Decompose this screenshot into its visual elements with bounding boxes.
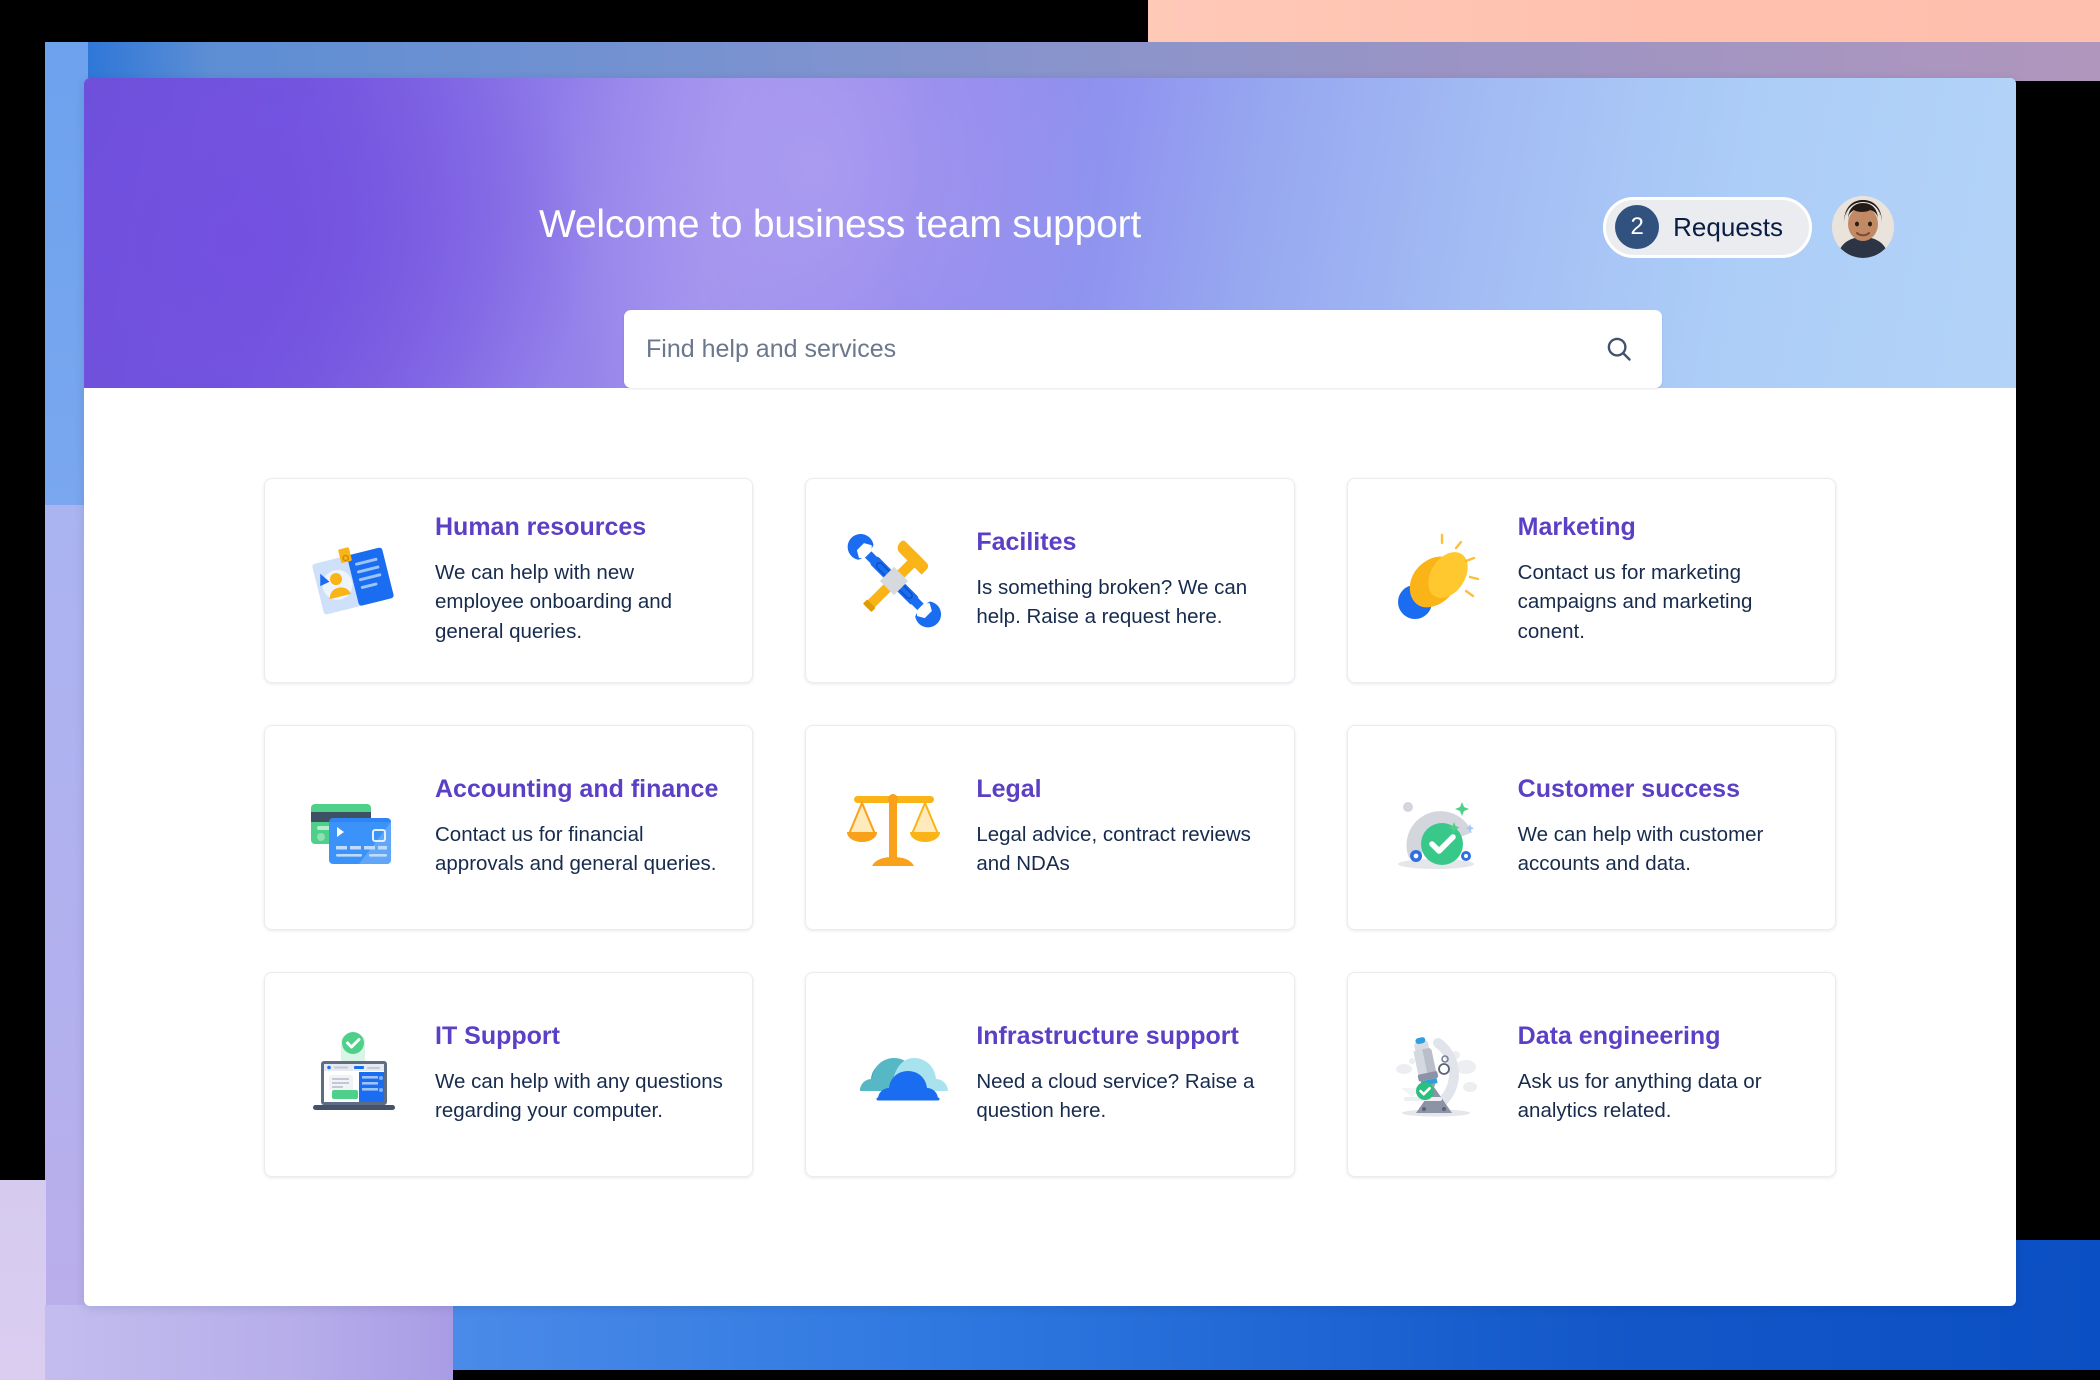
card-description: We can help with customer accounts and d… bbox=[1517, 822, 1764, 876]
avatar[interactable] bbox=[1832, 196, 1894, 258]
card-text: Human resources We can help with new emp… bbox=[435, 514, 726, 646]
card-description: Contact us for financial approvals and g… bbox=[435, 822, 717, 876]
card-description: Ask us for anything data or analytics re… bbox=[1517, 1069, 1762, 1123]
services-card-grid: Human resources We can help with new emp… bbox=[264, 478, 1836, 1177]
credit-cards-icon bbox=[299, 774, 407, 882]
card-title: Human resources bbox=[435, 513, 647, 542]
backdrop-top-band bbox=[45, 42, 2100, 81]
card-title: Marketing bbox=[1517, 513, 1636, 542]
requests-label: Requests bbox=[1673, 211, 1783, 242]
backdrop-left-blue-band bbox=[45, 42, 88, 512]
backdrop-far-left-band bbox=[0, 1180, 46, 1380]
card-description: Is something broken? We can help. Raise … bbox=[976, 575, 1248, 629]
service-card-marketing[interactable]: Marketing Contact us for marketing campa… bbox=[1346, 478, 1836, 683]
help-center-window: Welcome to business team support 2 Reque… bbox=[84, 78, 2016, 1306]
service-card-it-support[interactable]: IT Support We can help with any question… bbox=[264, 972, 754, 1177]
card-description: Legal advice, contract reviews and NDAs bbox=[976, 822, 1251, 876]
hammer-wrench-icon bbox=[840, 527, 948, 635]
search-icon[interactable] bbox=[1604, 334, 1634, 364]
backdrop-peach-band bbox=[1148, 0, 2100, 42]
services-section: Human resources We can help with new emp… bbox=[84, 388, 2016, 1177]
card-title: IT Support bbox=[435, 1022, 560, 1051]
service-card-infrastructure-support[interactable]: Infrastructure support Need a cloud serv… bbox=[805, 972, 1295, 1177]
card-description: We can help with new employee onboarding… bbox=[435, 560, 673, 643]
requests-button[interactable]: 2 Requests bbox=[1603, 196, 1812, 258]
backdrop-left-lavender-band bbox=[45, 505, 88, 1380]
card-text: Accounting and finance Contact us for fi… bbox=[435, 776, 726, 879]
laptop-check-icon bbox=[299, 1021, 407, 1129]
service-card-customer-success[interactable]: Customer success We can help with custom… bbox=[1346, 725, 1836, 930]
requests-count-badge: 2 bbox=[1615, 205, 1660, 249]
card-text: Facilites Is something broken? We can he… bbox=[976, 529, 1267, 632]
megaphone-icon bbox=[1382, 527, 1490, 635]
card-title: Accounting and finance bbox=[435, 775, 719, 804]
card-title: Data engineering bbox=[1517, 1022, 1721, 1051]
scales-icon bbox=[840, 774, 948, 882]
card-description: Need a cloud service? Raise a question h… bbox=[976, 1069, 1255, 1123]
search-bar[interactable] bbox=[624, 310, 1662, 388]
card-title: Facilites bbox=[976, 528, 1077, 557]
cloche-check-icon bbox=[1382, 774, 1490, 882]
page-title: Welcome to business team support bbox=[539, 203, 1142, 246]
cloud-icon bbox=[840, 1021, 949, 1129]
hero-header: Welcome to business team support 2 Reque… bbox=[84, 78, 2016, 388]
backdrop-black-bottom bbox=[453, 1370, 2100, 1380]
backdrop-bottom-lavender-band-2 bbox=[45, 1305, 453, 1380]
card-text: Customer success We can help with custom… bbox=[1518, 776, 1809, 879]
card-text: IT Support We can help with any question… bbox=[435, 1023, 726, 1126]
card-text: Data engineering Ask us for anything dat… bbox=[1518, 1023, 1809, 1126]
avatar-photo bbox=[1832, 196, 1894, 258]
card-text: Marketing Contact us for marketing campa… bbox=[1518, 514, 1809, 646]
card-title: Infrastructure support bbox=[976, 1022, 1239, 1051]
card-description: Contact us for marketing campaigns and m… bbox=[1517, 560, 1753, 643]
header-actions: 2 Requests bbox=[1603, 196, 1894, 258]
service-card-accounting-and-finance[interactable]: Accounting and finance Contact us for fi… bbox=[264, 725, 754, 930]
microscope-icon bbox=[1382, 1021, 1490, 1129]
card-text: Infrastructure support Need a cloud serv… bbox=[976, 1023, 1267, 1126]
service-card-human-resources[interactable]: Human resources We can help with new emp… bbox=[264, 478, 754, 683]
card-title: Legal bbox=[976, 775, 1042, 804]
service-card-legal[interactable]: Legal Legal advice, contract reviews and… bbox=[805, 725, 1295, 930]
card-title: Customer success bbox=[1517, 775, 1740, 804]
service-card-facilites[interactable]: Facilites Is something broken? We can he… bbox=[805, 478, 1295, 683]
id-badge-icon bbox=[299, 527, 407, 635]
card-description: We can help with any questions regarding… bbox=[435, 1069, 723, 1123]
service-card-data-engineering[interactable]: Data engineering Ask us for anything dat… bbox=[1346, 972, 1836, 1177]
search-input[interactable] bbox=[646, 334, 1604, 364]
card-text: Legal Legal advice, contract reviews and… bbox=[976, 776, 1267, 879]
